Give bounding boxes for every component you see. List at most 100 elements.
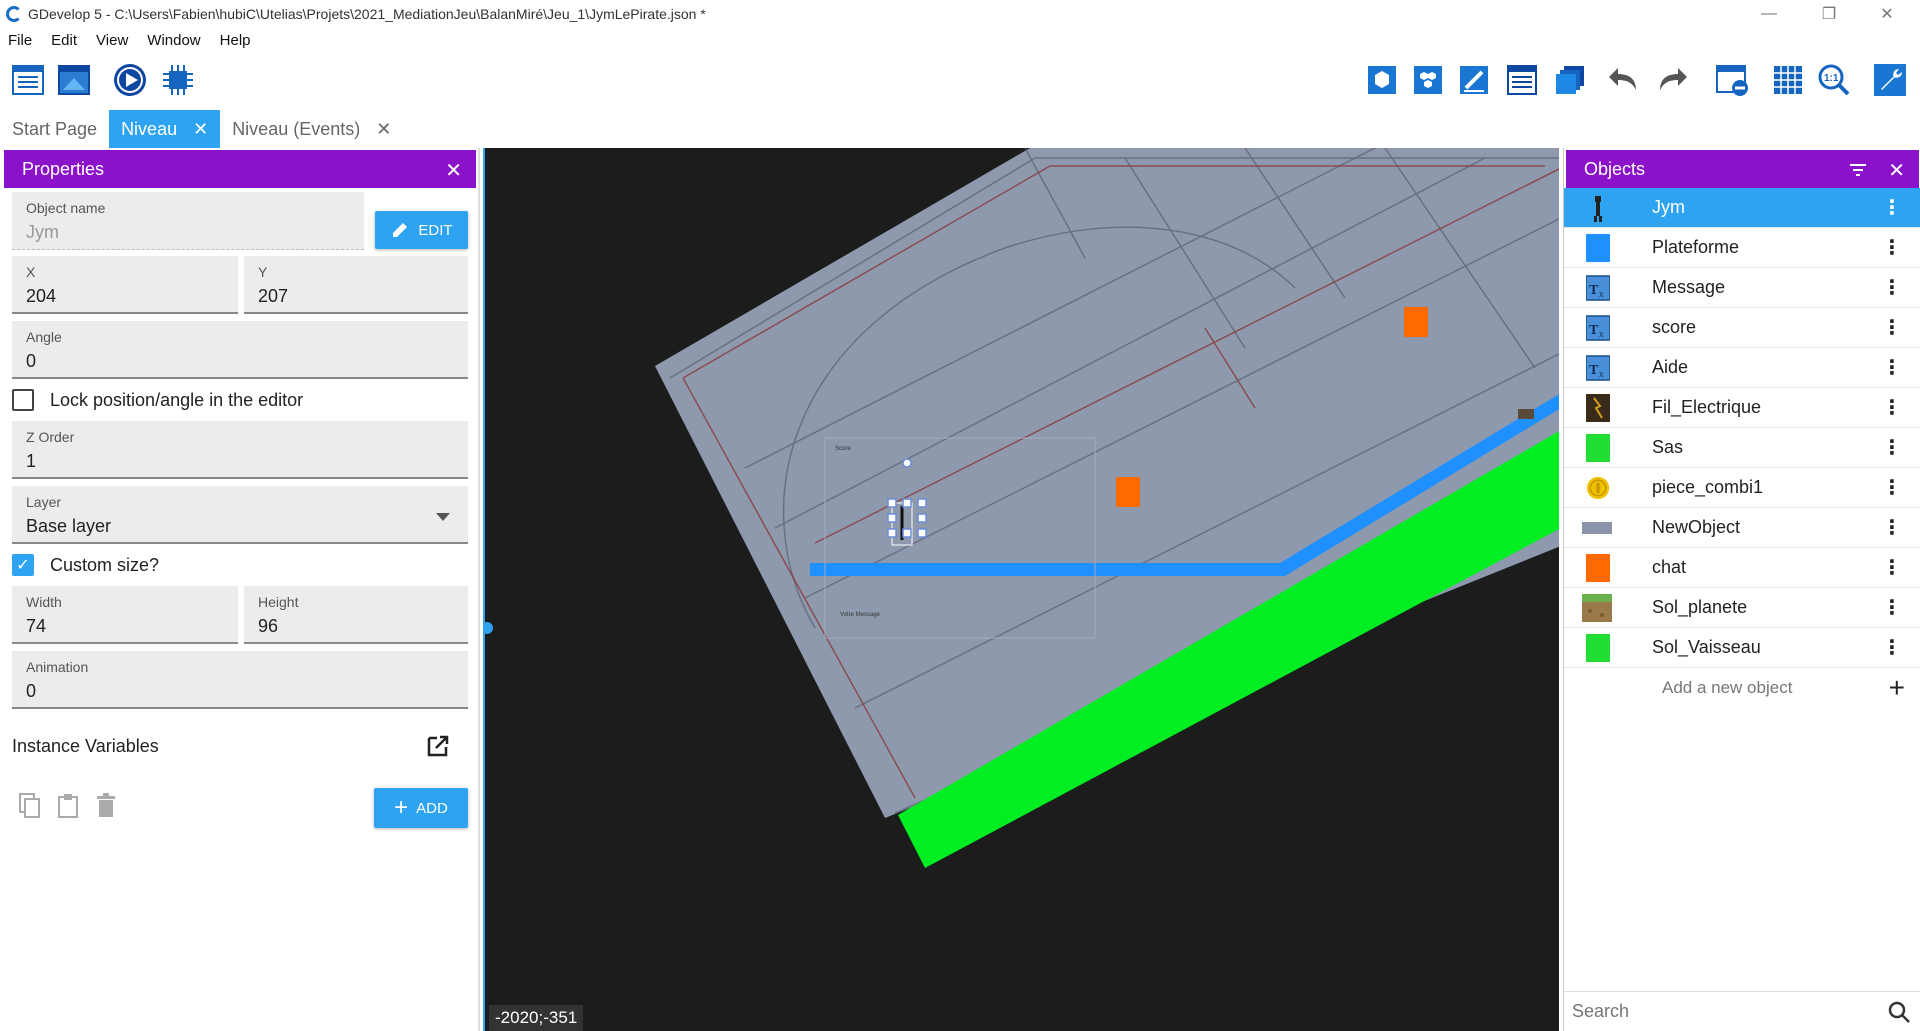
scene-window-icon[interactable] <box>54 60 94 100</box>
layers-icon[interactable] <box>1550 60 1590 100</box>
field-value: 207 <box>258 286 289 306</box>
delete-selection-icon[interactable] <box>1712 60 1752 100</box>
svg-text:x: x <box>1599 329 1604 339</box>
panel-resize-handle[interactable] <box>485 622 493 634</box>
zoom-reset-icon[interactable]: 1:1 <box>1814 60 1854 100</box>
chat-instance[interactable] <box>1116 477 1140 507</box>
tab-niveau-events[interactable]: Niveau (Events) ✕ <box>220 110 403 148</box>
object-item-score[interactable]: Tx score ⋮ <box>1564 308 1920 348</box>
close-icon[interactable]: ✕ <box>193 119 208 140</box>
scene-drawing[interactable]: Score Votre Message <box>485 148 1559 1031</box>
copy-icon[interactable] <box>18 792 42 820</box>
objects-search-bar[interactable] <box>1564 991 1920 1031</box>
width-field[interactable]: Width 74 <box>12 586 238 644</box>
object-groups-icon[interactable] <box>1408 60 1448 100</box>
chat-instance[interactable] <box>1404 307 1428 337</box>
more-vert-icon[interactable]: ⋮ <box>1882 595 1902 620</box>
field-label: Z Order <box>26 429 75 445</box>
menu-edit[interactable]: Edit <box>51 32 77 49</box>
filter-icon[interactable] <box>1849 163 1867 177</box>
more-vert-icon[interactable]: ⋮ <box>1882 555 1902 580</box>
more-vert-icon[interactable]: ⋮ <box>1882 315 1902 340</box>
score-text-instance[interactable]: Score <box>835 446 851 452</box>
menu-window[interactable]: Window <box>147 32 200 49</box>
height-field[interactable]: Height 96 <box>244 586 468 644</box>
add-variable-button[interactable]: + ADD <box>374 788 468 828</box>
message-text-instance[interactable]: Votre Message <box>840 612 881 618</box>
grid-icon[interactable] <box>1768 60 1808 100</box>
close-window-button[interactable]: ✕ <box>1864 0 1910 28</box>
text-object-icon: Tx <box>1586 314 1610 341</box>
instances-list-icon[interactable] <box>1502 60 1542 100</box>
add-new-object-row[interactable]: Add a new object + <box>1564 668 1920 708</box>
object-item-newobject[interactable]: NewObject ⋮ <box>1564 508 1920 548</box>
close-icon[interactable]: ✕ <box>376 119 391 140</box>
object-item-sas[interactable]: Sas ⋮ <box>1564 428 1920 468</box>
trash-icon[interactable] <box>94 792 118 820</box>
object-item-plateforme[interactable]: Plateforme ⋮ <box>1564 228 1920 268</box>
search-input[interactable] <box>1572 1001 1872 1022</box>
more-vert-icon[interactable]: ⋮ <box>1882 355 1902 380</box>
tab-niveau[interactable]: Niveau ✕ <box>109 110 221 148</box>
tab-start-page[interactable]: Start Page <box>0 110 109 148</box>
object-item-sol-vaisseau[interactable]: Sol_Vaisseau ⋮ <box>1564 628 1920 668</box>
object-item-piece-combi1[interactable]: piece_combi1 ⋮ <box>1564 468 1920 508</box>
custom-size-checkbox[interactable]: ✓ <box>12 554 34 576</box>
object-name: chat <box>1652 557 1687 577</box>
search-icon[interactable] <box>1887 1000 1911 1024</box>
scene-settings-wrench-icon[interactable] <box>1870 60 1910 100</box>
layer-select[interactable]: Layer Base layer <box>12 486 468 544</box>
plus-icon[interactable]: + <box>1889 674 1905 702</box>
object-item-jym[interactable]: Jym ⋮ <box>1564 188 1920 228</box>
object-item-fil-electrique[interactable]: Fil_Electrique ⋮ <box>1564 388 1920 428</box>
custom-size-checkbox-row[interactable]: ✓ Custom size? <box>12 554 159 576</box>
open-external-icon[interactable] <box>426 734 450 758</box>
animation-field[interactable]: Animation 0 <box>12 651 468 709</box>
fil-electrique-instance[interactable] <box>1518 409 1534 419</box>
instance-variables-label: Instance Variables <box>12 736 159 756</box>
edit-object-button[interactable]: EDIT <box>375 211 468 249</box>
preview-play-icon[interactable] <box>110 60 150 100</box>
more-vert-icon[interactable]: ⋮ <box>1882 195 1902 220</box>
object-name: Sol_planete <box>1652 597 1748 617</box>
y-field[interactable]: Y 207 <box>244 256 468 314</box>
more-vert-icon[interactable]: ⋮ <box>1882 395 1902 420</box>
menu-file[interactable]: File <box>8 32 32 49</box>
zorder-field[interactable]: Z Order 1 <box>12 421 468 479</box>
button-label: ADD <box>416 799 448 817</box>
x-field[interactable]: X 204 <box>12 256 238 314</box>
paste-icon[interactable] <box>56 792 80 820</box>
menu-view[interactable]: View <box>96 32 128 49</box>
object-item-sol-planete[interactable]: Sol_planete ⋮ <box>1564 588 1920 628</box>
close-icon[interactable]: ✕ <box>445 158 462 183</box>
restore-button[interactable]: ❐ <box>1806 0 1852 28</box>
objects-panel-icon[interactable] <box>1362 60 1402 100</box>
undo-icon[interactable] <box>1604 60 1644 100</box>
angle-field[interactable]: Angle 0 <box>12 321 468 379</box>
debugger-chip-icon[interactable] <box>158 60 198 100</box>
lock-position-checkbox-row[interactable]: Lock position/angle in the editor <box>12 389 303 411</box>
more-vert-icon[interactable]: ⋮ <box>1882 435 1902 460</box>
field-value: Base layer <box>26 516 112 536</box>
more-vert-icon[interactable]: ⋮ <box>1882 275 1902 300</box>
close-icon[interactable]: ✕ <box>1888 158 1905 183</box>
properties-edit-icon[interactable] <box>1454 60 1494 100</box>
objects-header: Objects ✕ <box>1566 150 1919 188</box>
character-sprite-icon <box>1594 195 1602 222</box>
project-manager-icon[interactable] <box>8 60 48 100</box>
more-vert-icon[interactable]: ⋮ <box>1882 475 1902 500</box>
more-vert-icon[interactable]: ⋮ <box>1882 635 1902 660</box>
more-vert-icon[interactable]: ⋮ <box>1882 235 1902 260</box>
object-item-chat[interactable]: chat ⋮ <box>1564 548 1920 588</box>
redo-icon[interactable] <box>1652 60 1692 100</box>
object-item-message[interactable]: Tx Message ⋮ <box>1564 268 1920 308</box>
electric-wire-icon <box>1586 393 1610 422</box>
more-vert-icon[interactable]: ⋮ <box>1882 515 1902 540</box>
lock-checkbox[interactable] <box>12 389 34 411</box>
object-item-aide[interactable]: Tx Aide ⋮ <box>1564 348 1920 388</box>
rotate-handle[interactable] <box>902 458 912 468</box>
menu-help[interactable]: Help <box>220 32 251 49</box>
scene-canvas[interactable]: Score Votre Message -2020;-351 <box>483 148 1559 1031</box>
text-object-icon: Tx <box>1586 354 1610 381</box>
minimize-button[interactable]: — <box>1746 0 1792 28</box>
